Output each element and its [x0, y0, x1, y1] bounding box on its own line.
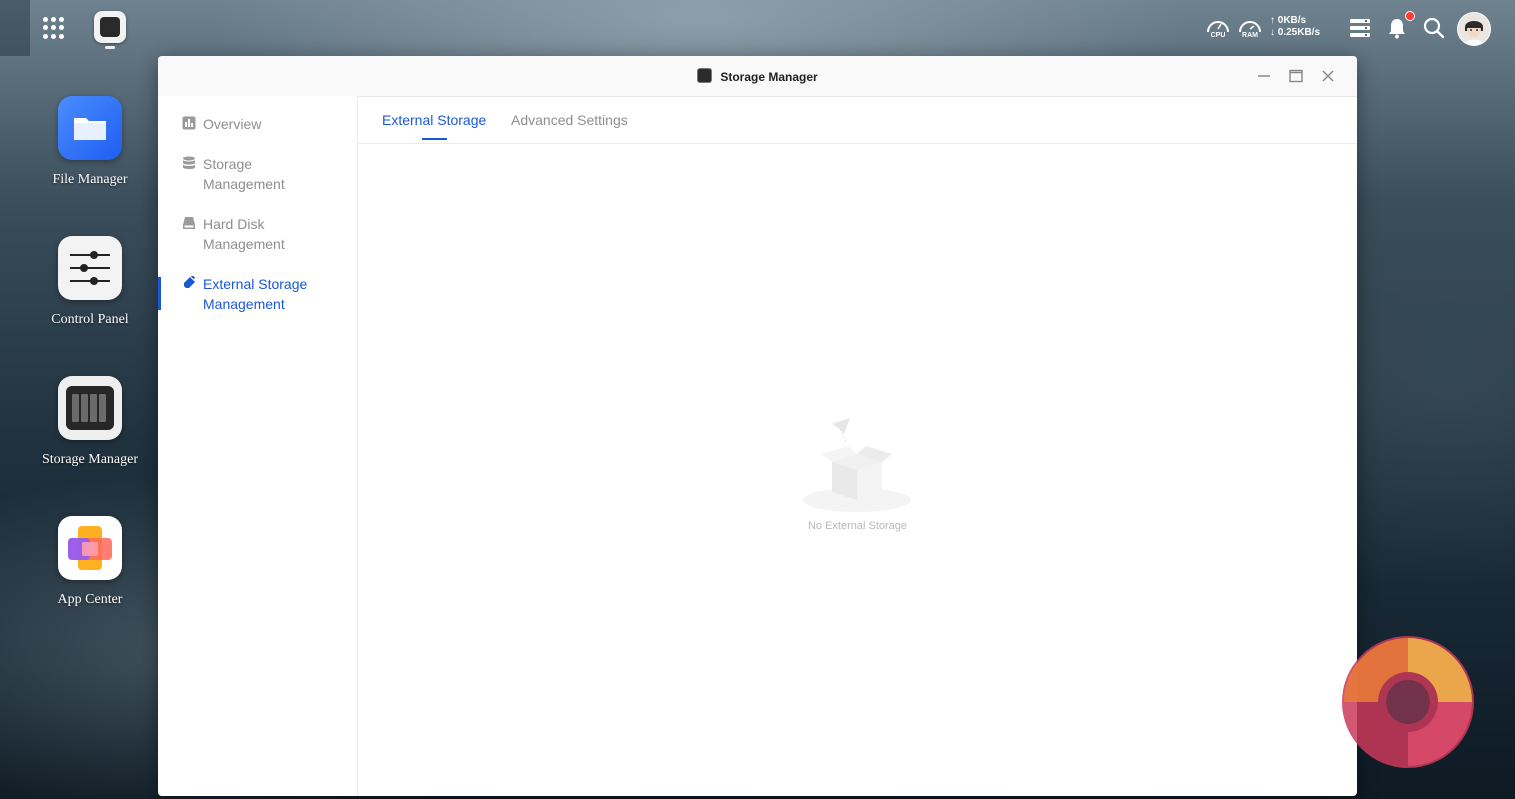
desktop-icon-label: File Manager: [52, 172, 128, 187]
hard-disk-icon: [183, 217, 195, 229]
empty-box-illustration-icon: [803, 418, 911, 512]
nas-drive-icon: [58, 376, 122, 440]
storage-manager-icon: [697, 68, 713, 83]
sidebar-item-overview[interactable]: Overview: [158, 114, 357, 138]
task-list-icon[interactable]: [1348, 16, 1372, 40]
upload-speed: ↑ 0KB/s: [1270, 15, 1307, 26]
desktop-icon-control-panel[interactable]: Control Panel: [30, 236, 150, 328]
user-avatar[interactable]: [1457, 12, 1491, 46]
tab-bar: External Storage Advanced Settings: [358, 96, 1357, 144]
minimize-icon[interactable]: [1256, 68, 1272, 84]
taskbar-storage-manager-button[interactable]: [94, 11, 126, 49]
taskbar: CPU RAM ↑ 0KB/s ↓ 0.25KB/s: [0, 0, 1515, 56]
download-speed: ↓ 0.25KB/s: [1270, 27, 1321, 38]
maximize-icon[interactable]: [1288, 68, 1304, 84]
search-icon[interactable]: [1422, 16, 1446, 40]
network-speed[interactable]: ↑ 0KB/s ↓ 0.25KB/s: [1270, 15, 1320, 39]
tab-external-storage[interactable]: External Storage: [382, 112, 486, 128]
avatar-icon: [1458, 13, 1490, 45]
storage-manager-icon: [100, 17, 120, 37]
desktop-icon-app-center[interactable]: App Center: [30, 516, 150, 608]
ram-gauge[interactable]: RAM: [1237, 15, 1263, 41]
sidebar-item-label: Storage Management: [203, 156, 285, 192]
desktop-icon-label: Storage Manager: [41, 452, 139, 467]
sidebar-item-external-storage-management[interactable]: External Storage Management: [158, 274, 357, 318]
main-content: External Storage Advanced Settings No Ex…: [358, 96, 1357, 796]
watermark-logo-icon: [1342, 636, 1474, 768]
sidebar-item-label: Overview: [203, 116, 262, 132]
sidebar-item-label: Hard Disk Management: [203, 216, 285, 252]
window-title: Storage Manager: [720, 70, 818, 84]
tab-advanced-settings[interactable]: Advanced Settings: [511, 112, 628, 128]
sidebar-active-indicator: [158, 277, 161, 310]
overview-chart-icon: [182, 116, 196, 130]
close-icon[interactable]: [1320, 68, 1336, 84]
usb-drive-icon: [184, 276, 196, 288]
notification-badge: [1405, 11, 1415, 21]
ram-label: RAM: [1242, 32, 1258, 39]
folder-icon: [58, 96, 122, 160]
desktop-icon-storage-manager[interactable]: Storage Manager: [30, 376, 150, 468]
window-title-group: Storage Manager: [158, 68, 1357, 84]
desktop-icon-label: Control Panel: [51, 312, 129, 327]
app-launcher-grid-icon[interactable]: [43, 17, 65, 39]
window-titlebar[interactable]: Storage Manager: [158, 56, 1357, 97]
sidebar-item-storage-management[interactable]: Storage Management: [158, 154, 357, 198]
empty-state-message: No External Storage: [807, 520, 908, 532]
sidebar-item-label: External Storage Management: [203, 276, 308, 312]
sidebar-item-hard-disk-management[interactable]: Hard Disk Management: [158, 214, 357, 258]
running-indicator: [105, 46, 115, 49]
taskbar-edge: [0, 0, 30, 56]
desktop-icon-file-manager[interactable]: File Manager: [30, 96, 150, 188]
desktop-icon-label: App Center: [57, 592, 123, 607]
notification-bell-icon[interactable]: [1385, 16, 1409, 40]
storage-manager-window: Storage Manager Overview Storage Managem…: [158, 56, 1357, 796]
sliders-icon: [58, 236, 122, 300]
sidebar: Overview Storage Management Hard Disk Ma…: [158, 96, 358, 796]
cpu-label: CPU: [1210, 32, 1226, 39]
active-tab-underline: [422, 138, 447, 140]
database-icon: [183, 156, 195, 169]
app-center-icon: [58, 516, 122, 580]
cpu-gauge[interactable]: CPU: [1205, 15, 1231, 41]
